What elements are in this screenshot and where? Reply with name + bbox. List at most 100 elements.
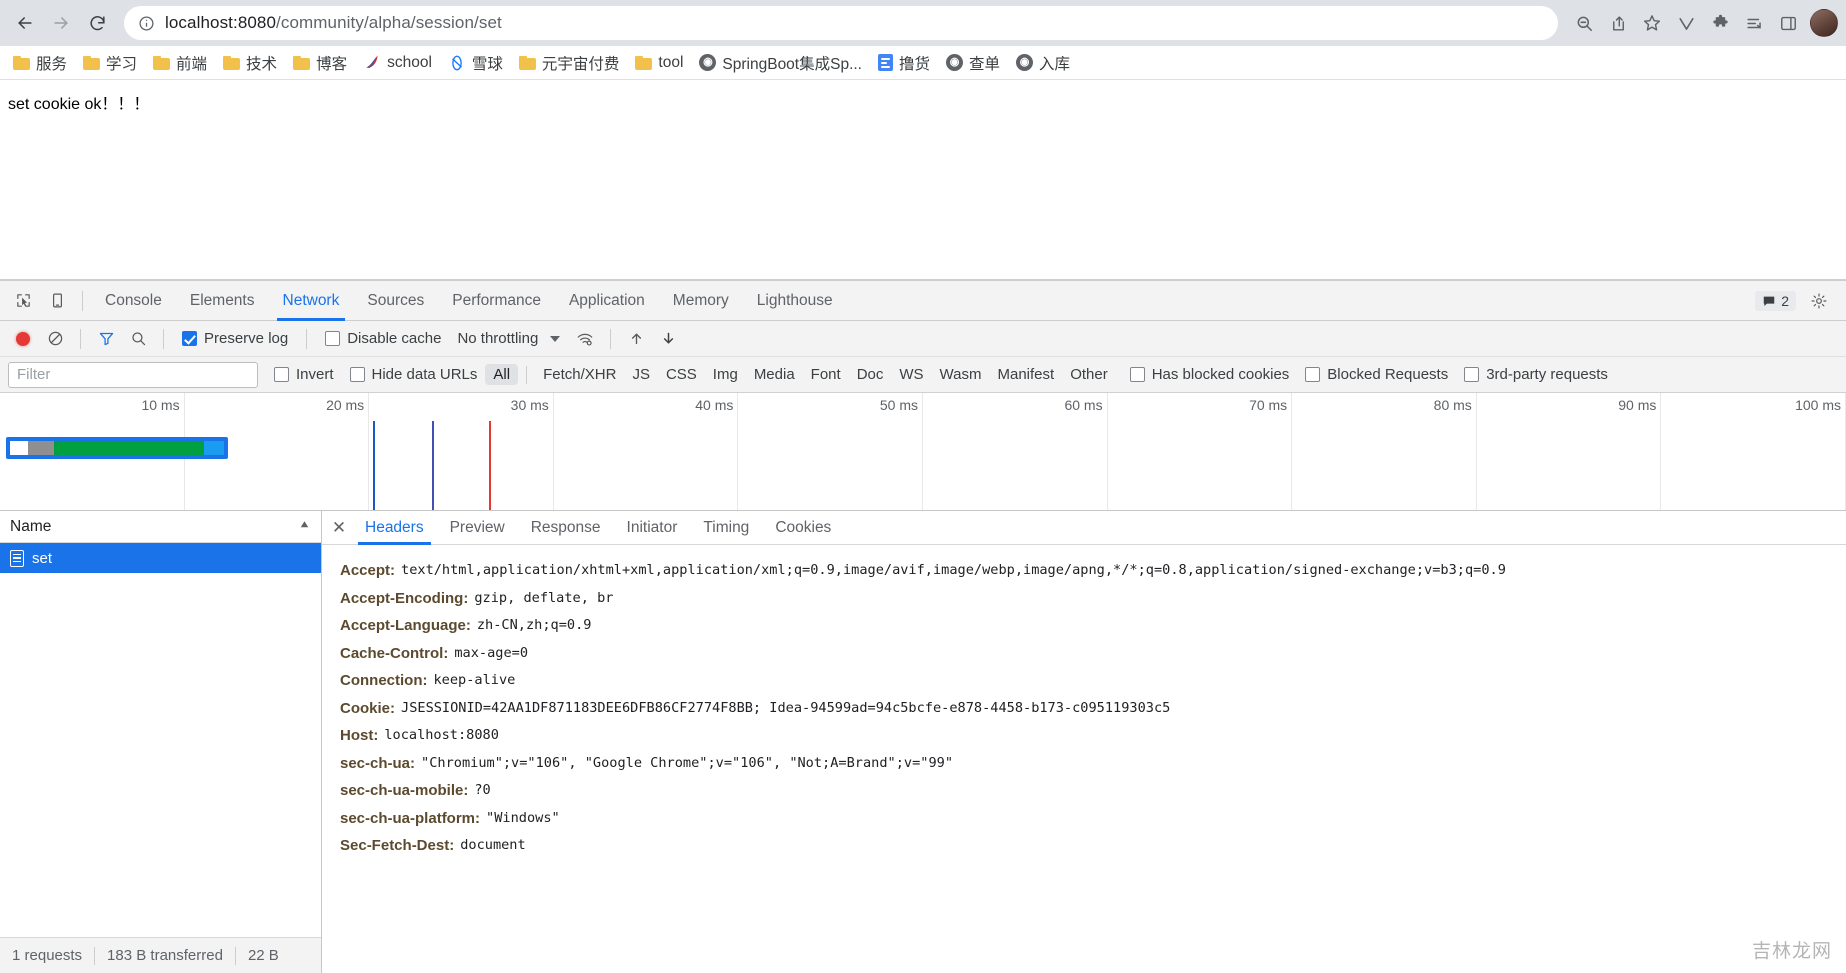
bookmark-label: 前端 (176, 55, 208, 73)
network-split: Name set 1 requests 183 B transferred 22… (0, 511, 1846, 973)
bookmark-item[interactable]: 技术 (216, 49, 284, 77)
tab-timing[interactable]: Timing (690, 511, 762, 545)
preserve-log-checkbox[interactable]: Preserve log (182, 330, 288, 347)
network-status-bar: 1 requests 183 B transferred 22 B (0, 937, 321, 973)
filter-type-doc[interactable]: Doc (849, 364, 892, 385)
filter-type-manifest[interactable]: Manifest (990, 364, 1063, 385)
forward-icon[interactable] (44, 6, 78, 40)
table-row[interactable]: set (0, 543, 321, 573)
reload-icon[interactable] (80, 6, 114, 40)
checkbox-box (1305, 367, 1321, 382)
tab-headers[interactable]: Headers (352, 511, 437, 545)
filter-type-img[interactable]: Img (705, 364, 746, 385)
checkbox-box (1129, 367, 1145, 382)
checkbox-box (1464, 367, 1480, 382)
tab-elements[interactable]: Elements (176, 281, 269, 321)
tab-lighthouse[interactable]: Lighthouse (743, 281, 847, 321)
bookmark-star-icon[interactable] (1636, 7, 1668, 39)
network-overview-timeline[interactable]: 10 ms 20 ms 30 ms 40 ms 50 ms 60 ms 70 ms 80 ms… (0, 393, 1846, 511)
site-info-icon[interactable] (138, 15, 155, 32)
inspect-element-icon[interactable] (6, 286, 40, 316)
side-panel-icon[interactable] (1772, 7, 1804, 39)
tab-network[interactable]: Network (269, 281, 354, 321)
divider (80, 328, 81, 349)
filter-type-label: All (493, 366, 511, 383)
throttling-select[interactable]: No throttling (457, 330, 561, 347)
bookmark-item[interactable]: school (356, 51, 439, 75)
request-list: Name set 1 requests 183 B transferred 22… (0, 511, 322, 973)
back-icon[interactable] (8, 6, 42, 40)
bookmark-label: 元宇宙付费 (541, 55, 620, 73)
filter-type-css[interactable]: CSS (658, 364, 705, 385)
invert-checkbox[interactable]: Invert (274, 366, 334, 383)
bookmark-item[interactable]: tool (628, 51, 690, 75)
tab-initiator[interactable]: Initiator (614, 511, 691, 545)
bookmark-item[interactable]: 雪球 (441, 49, 510, 77)
address-bar[interactable]: localhost:8080/community/alpha/session/s… (124, 6, 1558, 40)
tab-memory[interactable]: Memory (659, 281, 743, 321)
share-icon[interactable] (1602, 7, 1634, 39)
filter-type-media[interactable]: Media (746, 364, 803, 385)
bookmark-item[interactable]: 元宇宙付费 (512, 49, 627, 77)
filter-funnel-icon[interactable] (91, 325, 121, 353)
filter-type-js[interactable]: JS (624, 364, 658, 385)
zoom-out-icon[interactable] (1568, 7, 1600, 39)
invert-label: Invert (296, 366, 334, 383)
tab-console[interactable]: Console (91, 281, 176, 321)
profile-avatar[interactable] (1810, 9, 1838, 37)
filter-type-font[interactable]: Font (803, 364, 849, 385)
tab-label: Timing (703, 518, 750, 536)
search-icon[interactable] (123, 325, 153, 353)
divider (82, 290, 83, 311)
filter-type-ws[interactable]: WS (891, 364, 931, 385)
header-row: Accept-Language: zh-CN,zh;q=0.9 (336, 612, 1846, 640)
bookmark-item[interactable]: 学习 (76, 49, 144, 77)
close-icon[interactable]: ✕ (326, 515, 352, 541)
export-har-icon[interactable] (653, 325, 683, 353)
filter-type-wasm[interactable]: Wasm (932, 364, 990, 385)
third-party-requests-checkbox[interactable]: 3rd-party requests (1464, 366, 1608, 383)
tab-preview[interactable]: Preview (437, 511, 518, 545)
bookmark-item[interactable]: 撸货 (871, 49, 937, 77)
message-count-badge[interactable]: 2 (1755, 290, 1796, 311)
reading-list-icon[interactable] (1738, 7, 1770, 39)
bookmark-item[interactable]: 博客 (286, 49, 354, 77)
request-list-header[interactable]: Name (0, 511, 321, 543)
bookmark-item[interactable]: 服务 (6, 49, 74, 77)
filter-type-other[interactable]: Other (1062, 364, 1116, 385)
network-toolbar: Preserve log Disable cache No throttling (0, 321, 1846, 357)
tab-label: Headers (365, 518, 424, 536)
record-button[interactable] (8, 325, 38, 353)
blocked-requests-checkbox[interactable]: Blocked Requests (1305, 366, 1448, 383)
filter-type-label: Font (810, 366, 841, 383)
overview-request-bar (6, 437, 228, 459)
tab-application[interactable]: Application (555, 281, 659, 321)
hide-data-urls-checkbox[interactable]: Hide data URLs (349, 366, 477, 383)
extensions-puzzle-icon[interactable] (1704, 7, 1736, 39)
overview-tick-label: 20 ms (326, 397, 365, 413)
gear-icon[interactable] (1802, 286, 1836, 316)
filter-type-fetch-xhr[interactable]: Fetch/XHR (535, 364, 624, 385)
page-viewport: set cookie ok！！！ (0, 80, 1846, 280)
tab-cookies[interactable]: Cookies (762, 511, 844, 545)
detail-tabbar: ✕ Headers Preview Response Initiator Tim… (322, 511, 1846, 545)
tab-response[interactable]: Response (518, 511, 614, 545)
tab-sources[interactable]: Sources (353, 281, 438, 321)
header-name: Cache-Control: (340, 644, 449, 662)
headers-list: Accept: text/html,application/xhtml+xml,a… (322, 545, 1846, 973)
disable-cache-checkbox[interactable]: Disable cache (325, 330, 441, 347)
has-blocked-cookies-checkbox[interactable]: Has blocked cookies (1129, 366, 1289, 383)
extension-v-icon[interactable] (1670, 7, 1702, 39)
bookmark-item[interactable]: 前端 (146, 49, 214, 77)
device-toolbar-icon[interactable] (40, 286, 74, 316)
clear-button[interactable] (40, 325, 70, 353)
bookmark-item[interactable]: ◉ 查单 (939, 49, 1007, 77)
bookmark-item[interactable]: ◉ SpringBoot集成Sp... (692, 49, 869, 77)
filter-input[interactable]: Filter (8, 361, 258, 388)
network-conditions-icon[interactable] (570, 325, 600, 353)
tab-performance[interactable]: Performance (438, 281, 555, 321)
filter-type-all[interactable]: All (485, 364, 519, 385)
bookmark-item[interactable]: ◉ 入库 (1009, 49, 1077, 77)
import-har-icon[interactable] (621, 325, 651, 353)
globe-icon: ◉ (1016, 54, 1034, 71)
